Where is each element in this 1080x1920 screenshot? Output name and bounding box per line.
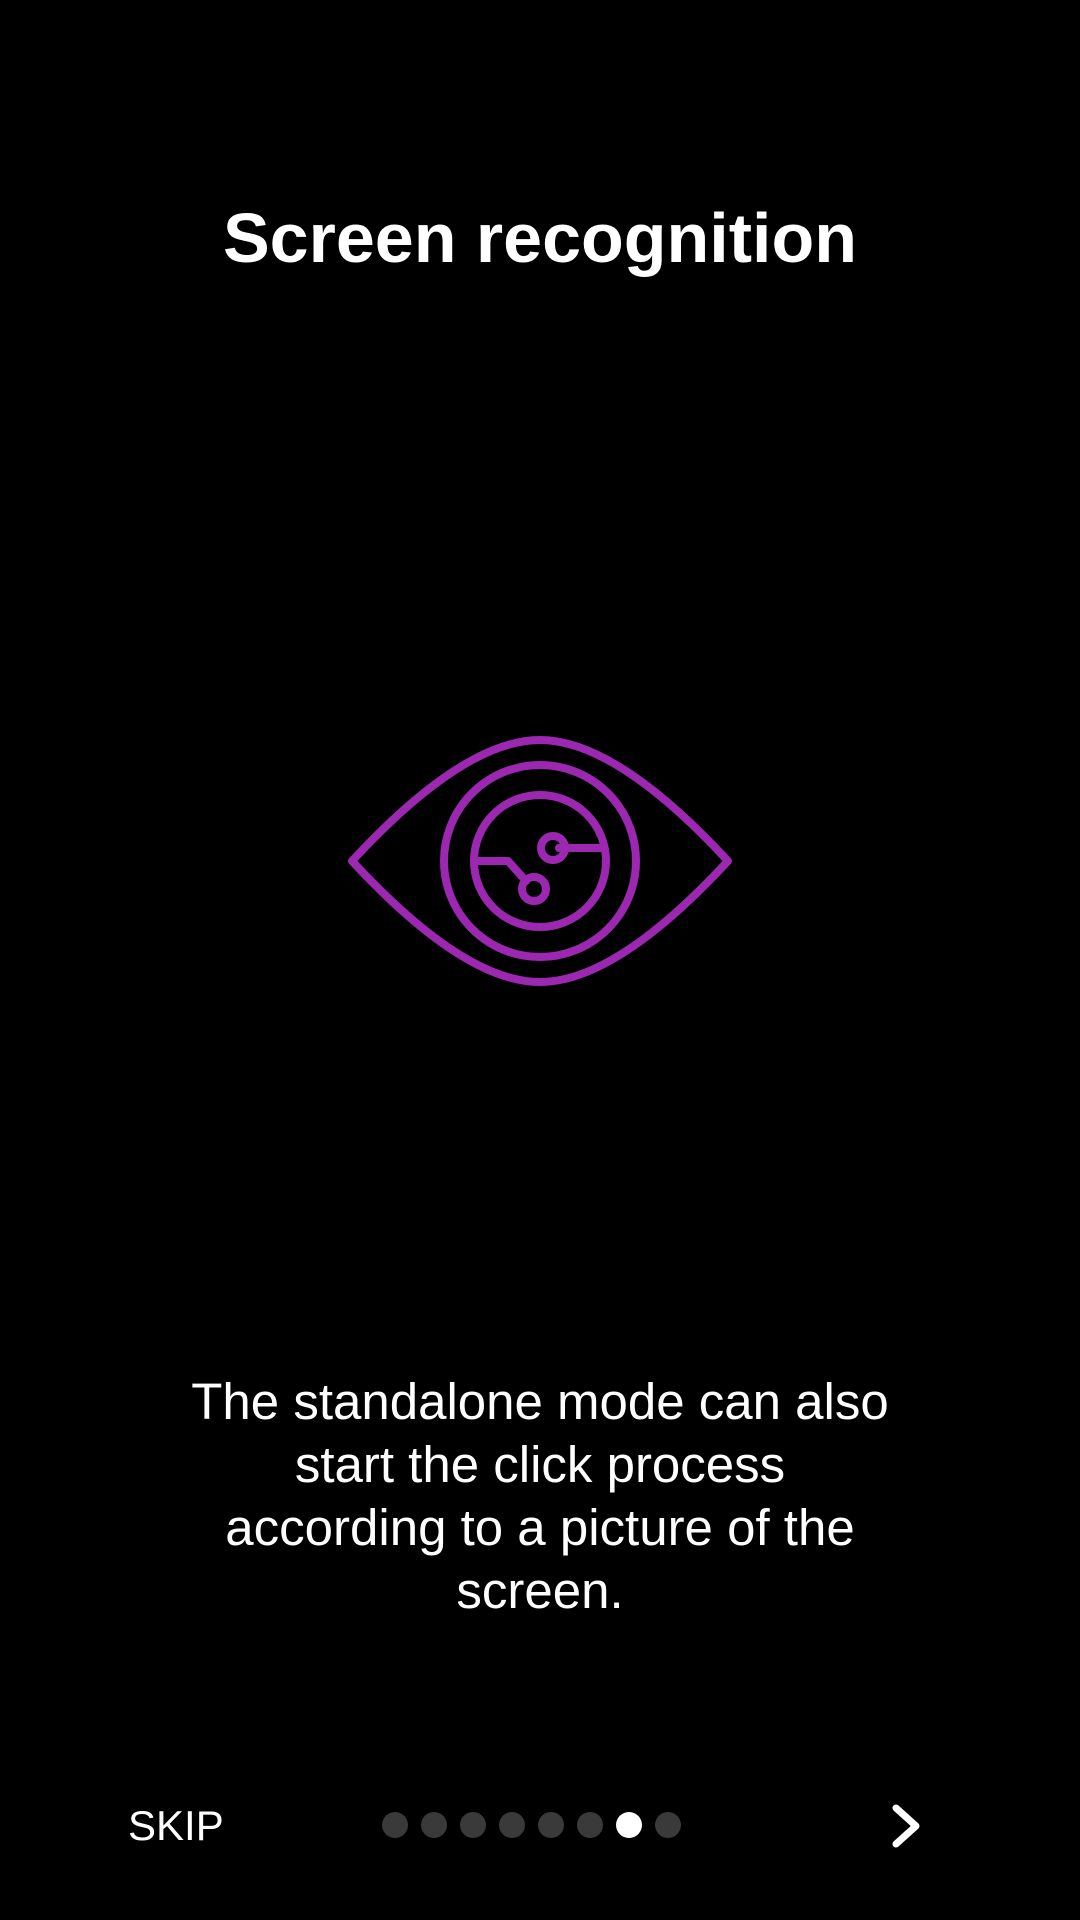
page-dot-3 xyxy=(460,1812,486,1838)
page-dot-2 xyxy=(421,1812,447,1838)
eye-circuit-icon xyxy=(348,736,732,986)
chevron-right-icon xyxy=(892,1804,920,1848)
page-title: Screen recognition xyxy=(222,199,858,277)
description-text: The standalone mode can also start the c… xyxy=(191,1373,889,1619)
page-indicator xyxy=(382,1812,681,1840)
onboarding-navigation: SKIP xyxy=(0,1780,1080,1870)
next-button[interactable] xyxy=(876,1790,936,1862)
circuit-trace-lower xyxy=(470,857,530,885)
circuit-node-lower xyxy=(518,873,550,905)
page-dot-6 xyxy=(577,1812,603,1838)
page-dot-8 xyxy=(655,1812,681,1838)
page-dot-5 xyxy=(538,1812,564,1838)
circuit-node-upper xyxy=(537,832,569,864)
skip-button[interactable]: SKIP xyxy=(120,1798,232,1854)
page-dot-4 xyxy=(499,1812,525,1838)
page-dot-1 xyxy=(382,1812,408,1838)
page-dot-7-active xyxy=(616,1812,642,1838)
eye-outline xyxy=(348,736,732,986)
